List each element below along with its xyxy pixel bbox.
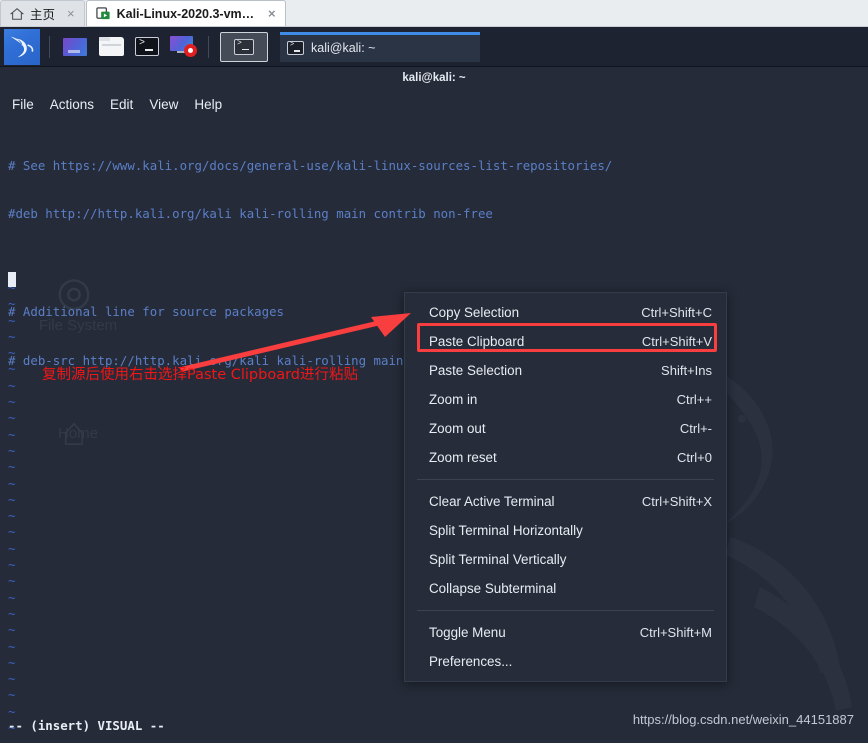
menu-item-label: Zoom in (429, 392, 478, 407)
kali-taskbar: kali@kali: ~ (0, 27, 868, 67)
vim-tilde-column: ~ ~ ~ ~ ~ ~ ~ ~ ~ ~ ~ ~ ~ ~ ~ ~ ~ ~ ~ ~ … (8, 280, 16, 743)
terminal-title: kali@kali: ~ (402, 72, 466, 84)
vm-icon (95, 6, 111, 21)
menu-item-label: Copy Selection (429, 305, 520, 320)
workspace-switcher-icon[interactable] (60, 32, 90, 62)
vmware-tab-home[interactable]: 主页 × (0, 0, 85, 26)
menu-edit[interactable]: Edit (110, 95, 144, 114)
menu-item-preferences[interactable]: Preferences... (405, 647, 726, 676)
desktop-ghost-home-label: Home (57, 425, 98, 442)
vmware-tab-label: Kali-Linux-2020.3-vmwar... (116, 6, 257, 21)
terminal-task-button[interactable] (220, 31, 268, 62)
panel-separator (208, 35, 209, 58)
menu-item-zoom-in[interactable]: Zoom in Ctrl++ (405, 385, 726, 414)
menu-item-label: Split Terminal Horizontally (429, 523, 583, 538)
menu-item-split-terminal-horizontally[interactable]: Split Terminal Horizontally (405, 516, 726, 545)
terminal-cursor (8, 272, 16, 287)
vmware-tab-label: 主页 (30, 8, 56, 22)
menu-item-label: Collapse Subterminal (429, 581, 557, 596)
vim-status-line: -- (insert) VISUAL -- (8, 718, 165, 733)
menu-item-copy-selection[interactable]: Copy Selection Ctrl+Shift+C (405, 298, 726, 327)
window-entry-label: kali@kali: ~ (311, 41, 376, 55)
menu-item-label: Toggle Menu (429, 625, 506, 640)
menu-item-accel: Ctrl+- (679, 421, 712, 436)
vmware-tab-kali[interactable]: Kali-Linux-2020.3-vmwar... × (85, 0, 286, 26)
menu-item-collapse-subterminal[interactable]: Collapse Subterminal (405, 574, 726, 603)
menu-item-label: Zoom reset (429, 450, 497, 465)
menu-view[interactable]: View (149, 95, 189, 114)
menu-file[interactable]: File (12, 95, 45, 114)
annotation-text: 复制源后使用右击选择Paste Clipboard进行粘贴 (42, 367, 359, 383)
menu-separator (417, 610, 714, 611)
menu-item-accel: Ctrl+0 (676, 450, 712, 465)
menu-item-accel: Shift+Ins (661, 363, 712, 378)
vmware-tab-strip: 主页 × Kali-Linux-2020.3-vmwar... × (0, 0, 868, 27)
menu-item-paste-clipboard[interactable]: Paste Clipboard Ctrl+Shift+V (405, 327, 726, 356)
terminal-menubar: File Actions Edit View Help (0, 89, 868, 121)
menu-item-label: Preferences... (429, 654, 513, 669)
terminal-context-menu[interactable]: Copy Selection Ctrl+Shift+C Paste Clipbo… (404, 292, 727, 682)
terminal-icon (287, 41, 304, 55)
terminal-icon (234, 38, 254, 55)
menu-item-label: Clear Active Terminal (429, 494, 555, 509)
panel-empty-area (480, 27, 868, 66)
terminal-line: # See https://www.kali.org/docs/general-… (8, 157, 613, 173)
menu-item-label: Zoom out (429, 421, 486, 436)
menu-help[interactable]: Help (194, 95, 233, 114)
panel-separator (49, 35, 50, 58)
menu-item-label: Paste Clipboard (429, 334, 525, 349)
menu-actions[interactable]: Actions (50, 95, 105, 114)
terminal-icon[interactable] (132, 32, 162, 62)
menu-item-accel: Ctrl+Shift+X (641, 494, 712, 509)
watermark-url: https://blog.csdn.net/weixin_44151887 (632, 712, 854, 727)
menu-item-split-terminal-vertically[interactable]: Split Terminal Vertically (405, 545, 726, 574)
menu-item-zoom-out[interactable]: Zoom out Ctrl+- (405, 414, 726, 443)
menu-item-label: Split Terminal Vertically (429, 552, 567, 567)
menu-item-accel: Ctrl+Shift+M (639, 625, 712, 640)
menu-separator (417, 479, 714, 480)
menu-item-accel: Ctrl++ (676, 392, 712, 407)
menu-item-accel: Ctrl+Shift+V (641, 334, 712, 349)
menu-item-accel: Ctrl+Shift+C (641, 305, 712, 320)
close-icon[interactable]: × (65, 7, 77, 20)
close-icon[interactable]: × (266, 7, 278, 20)
menu-item-paste-selection[interactable]: Paste Selection Shift+Ins (405, 356, 726, 385)
terminal-window: ◎ File System ⌂ Home kali@kali: ~ File A… (0, 67, 868, 743)
screen-recorder-icon[interactable] (168, 32, 198, 62)
kali-dragon-logo[interactable] (4, 28, 40, 65)
menu-item-toggle-menu[interactable]: Toggle Menu Ctrl+Shift+M (405, 618, 726, 647)
menu-item-zoom-reset[interactable]: Zoom reset Ctrl+0 (405, 443, 726, 472)
file-manager-icon[interactable] (96, 32, 126, 62)
menu-item-clear-active-terminal[interactable]: Clear Active Terminal Ctrl+Shift+X (405, 487, 726, 516)
terminal-line: #deb http://http.kali.org/kali kali-roll… (8, 206, 493, 222)
window-entry-terminal[interactable]: kali@kali: ~ (280, 31, 480, 62)
menu-item-label: Paste Selection (429, 363, 523, 378)
home-icon (10, 7, 24, 21)
